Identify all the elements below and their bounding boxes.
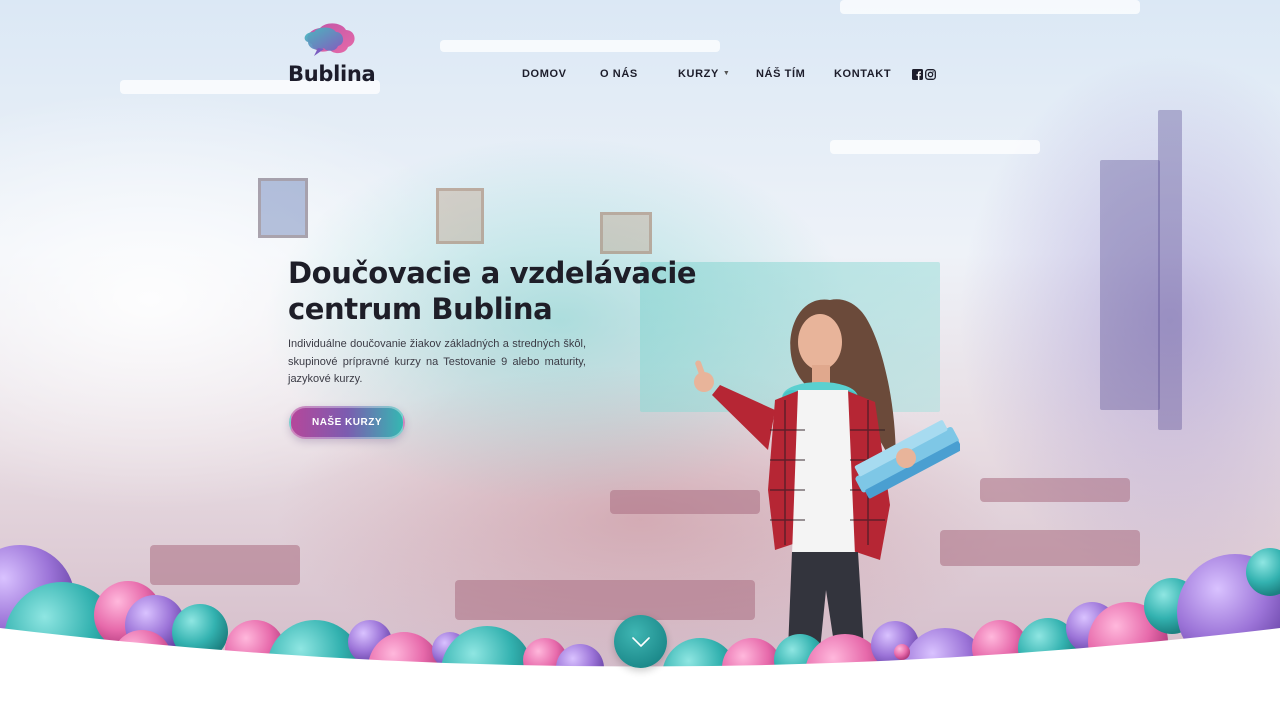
page-title: Doučovacie a vzdelávacie centrum Bublina <box>288 255 708 327</box>
facebook-icon[interactable] <box>912 69 923 80</box>
page-title-line-1: Doučovacie a vzdelávacie <box>288 256 697 290</box>
logo[interactable]: Bublina <box>288 22 378 86</box>
brand-name: Bublina <box>288 62 376 86</box>
caret-down-icon: ▼ <box>722 70 731 77</box>
nav-item-kontakt[interactable]: KONTAKT <box>834 68 891 80</box>
nav-item-kurzy[interactable]: KURZY ▼ <box>678 68 730 80</box>
nav-item-o-nas[interactable]: O NÁS <box>600 68 638 80</box>
nav-item-domov[interactable]: DOMOV <box>522 68 567 80</box>
instagram-icon[interactable] <box>925 69 936 80</box>
nav-item-nas-tim[interactable]: NÁŠ TÍM <box>756 68 805 80</box>
chevron-down-icon <box>631 636 650 647</box>
page-title-line-2: centrum Bublina <box>288 292 553 326</box>
hero-description: Individuálne doučovanie žiakov základnýc… <box>288 338 586 385</box>
speech-bubble-icon <box>304 23 355 56</box>
scroll-down-button[interactable] <box>614 615 667 668</box>
our-courses-button[interactable]: NAŠE KURZY <box>289 406 405 439</box>
